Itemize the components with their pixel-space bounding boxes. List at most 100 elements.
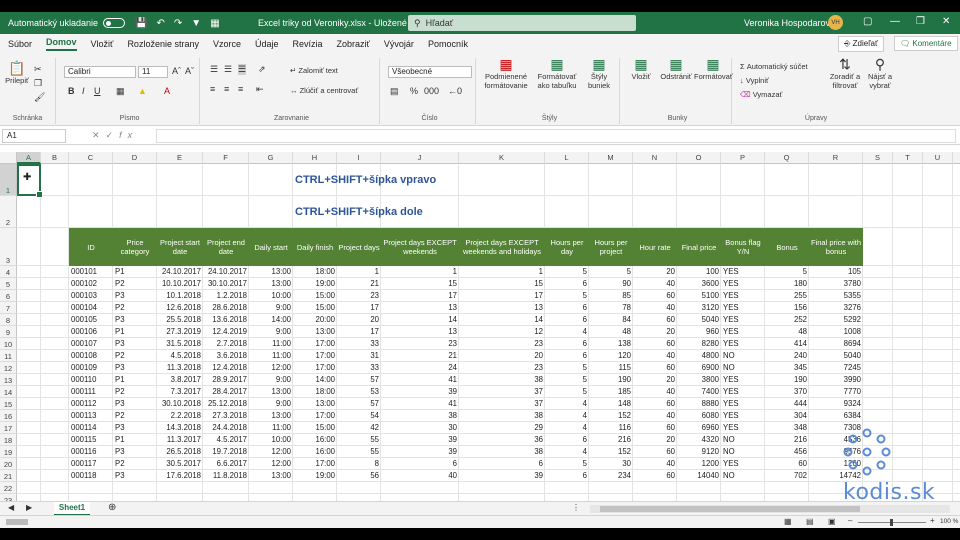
table-cell[interactable]: 000101 (69, 266, 113, 278)
row-header-17[interactable]: 17 (0, 422, 17, 434)
table-cell[interactable]: 000111 (69, 386, 113, 398)
column-header-H[interactable]: H (293, 152, 337, 164)
table-cell[interactable]: 60 (633, 362, 677, 374)
table-cell[interactable]: 29 (459, 422, 545, 434)
column-header-T[interactable]: T (893, 152, 923, 164)
table-cell[interactable]: 3780 (809, 278, 863, 290)
scroll-thumb[interactable] (600, 506, 860, 512)
table-cell[interactable]: 30.5.2017 (157, 458, 203, 470)
table-cell[interactable]: 12.6.2018 (157, 302, 203, 314)
table-cell[interactable]: 15:00 (293, 422, 337, 434)
table-cell[interactable]: 000103 (69, 290, 113, 302)
table-cell[interactable]: P1 (113, 374, 157, 386)
table-cell[interactable]: P3 (113, 290, 157, 302)
table-cell[interactable]: 5 (545, 362, 589, 374)
table-cell[interactable]: YES (721, 290, 765, 302)
table-cell[interactable]: 1 (381, 266, 459, 278)
table-cell[interactable]: 60 (633, 446, 677, 458)
wrap-text-button[interactable]: ↵ Zalomiť text (290, 66, 376, 75)
table-cell[interactable]: 348 (765, 422, 809, 434)
table-cell[interactable]: 85 (589, 290, 633, 302)
bold-icon[interactable]: B (68, 86, 75, 96)
next-sheet-icon[interactable]: ▶ (26, 503, 32, 512)
table-cell[interactable]: 9:00 (249, 398, 293, 410)
table-cell[interactable]: 20 (633, 374, 677, 386)
table-cell[interactable]: 180 (765, 278, 809, 290)
table-cell[interactable]: 11:00 (249, 422, 293, 434)
table-cell[interactable]: 4 (545, 410, 589, 422)
paste-button[interactable]: 📋 Prilepiť (4, 61, 30, 85)
table-cell[interactable]: P2 (113, 458, 157, 470)
borders-icon[interactable]: ▦ (116, 86, 125, 97)
table-cell[interactable]: 18:00 (293, 386, 337, 398)
table-cell[interactable]: 55 (337, 434, 381, 446)
table-cell[interactable]: 4 (545, 326, 589, 338)
table-cell[interactable]: 304 (765, 410, 809, 422)
table-cell[interactable]: 31 (337, 350, 381, 362)
table-cell[interactable]: 216 (765, 434, 809, 446)
table-cell[interactable]: NO (721, 362, 765, 374)
table-cell[interactable]: 17:00 (293, 410, 337, 422)
decimal-icon[interactable]: ←0 (448, 86, 462, 96)
table-cell[interactable]: 13.6.2018 (203, 314, 249, 326)
row-header-2[interactable]: 2 (0, 196, 17, 228)
table-cell[interactable]: 9324 (809, 398, 863, 410)
table-cell[interactable]: 4320 (677, 434, 721, 446)
table-cell[interactable]: 18:00 (293, 266, 337, 278)
row-header-12[interactable]: 12 (0, 362, 17, 374)
table-cell[interactable]: 56 (337, 470, 381, 482)
table-cell[interactable]: 16:00 (293, 434, 337, 446)
table-cell[interactable]: 000104 (69, 302, 113, 314)
table-cell[interactable]: 41 (381, 374, 459, 386)
table-cell[interactable]: 19:00 (293, 278, 337, 290)
table-cell[interactable]: 23 (459, 362, 545, 374)
add-sheet-icon[interactable]: ⊕ (108, 502, 116, 513)
table-cell[interactable]: 3.8.2017 (157, 374, 203, 386)
tab-2[interactable]: Vložiť (91, 39, 114, 49)
row-header-9[interactable]: 9 (0, 326, 17, 338)
table-cell[interactable]: 3.6.2018 (203, 350, 249, 362)
table-cell[interactable]: 28.6.2018 (203, 302, 249, 314)
row-header-11[interactable]: 11 (0, 350, 17, 362)
table-cell[interactable]: 000106 (69, 326, 113, 338)
table-cell[interactable]: 185 (589, 386, 633, 398)
table-cell[interactable]: 30.10.2018 (157, 398, 203, 410)
table-header-cell[interactable]: Final price with bonus (809, 228, 863, 266)
table-cell[interactable]: 17:00 (293, 350, 337, 362)
underline-icon[interactable]: U (94, 86, 101, 96)
table-cell[interactable]: 27.3.2019 (157, 326, 203, 338)
column-header-E[interactable]: E (157, 152, 203, 164)
table-cell[interactable]: NO (721, 350, 765, 362)
search-box[interactable]: ⚲ Hľadať (408, 15, 636, 31)
table-cell[interactable]: YES (721, 458, 765, 470)
zoom-slider[interactable] (858, 519, 926, 526)
table-cell[interactable]: 40 (633, 386, 677, 398)
table-cell[interactable]: 5355 (809, 290, 863, 302)
table-cell[interactable]: 48 (589, 326, 633, 338)
grow-font-icon[interactable]: Aˆ (172, 66, 181, 76)
table-cell[interactable]: 37 (459, 386, 545, 398)
table-cell[interactable]: 116 (589, 422, 633, 434)
table-cell[interactable]: 10:00 (249, 434, 293, 446)
table-cell[interactable]: 55 (337, 446, 381, 458)
table-header-cell[interactable]: Daily finish (293, 228, 337, 266)
table-cell[interactable]: YES (721, 410, 765, 422)
column-header-P[interactable]: P (721, 152, 765, 164)
table-cell[interactable]: 60 (633, 470, 677, 482)
table-cell[interactable]: 17:00 (293, 458, 337, 470)
table-cell[interactable]: 53 (337, 386, 381, 398)
column-header-I[interactable]: I (337, 152, 381, 164)
table-header-cell[interactable]: Project days EXCEPT weekends and holiday… (459, 228, 545, 266)
table-cell[interactable]: 13:00 (293, 326, 337, 338)
table-cell[interactable]: 39 (459, 470, 545, 482)
table-cell[interactable]: 37 (459, 398, 545, 410)
table-cell[interactable]: 40 (633, 302, 677, 314)
table-cell[interactable]: NO (721, 470, 765, 482)
align-center-icon[interactable]: ≡ (224, 84, 229, 94)
table-cell[interactable]: 6 (545, 470, 589, 482)
table-cell[interactable]: 40 (633, 410, 677, 422)
table-cell[interactable]: YES (721, 266, 765, 278)
table-cell[interactable]: 60 (633, 290, 677, 302)
tab-9[interactable]: Pomocník (428, 39, 468, 49)
table-cell[interactable]: P2 (113, 410, 157, 422)
